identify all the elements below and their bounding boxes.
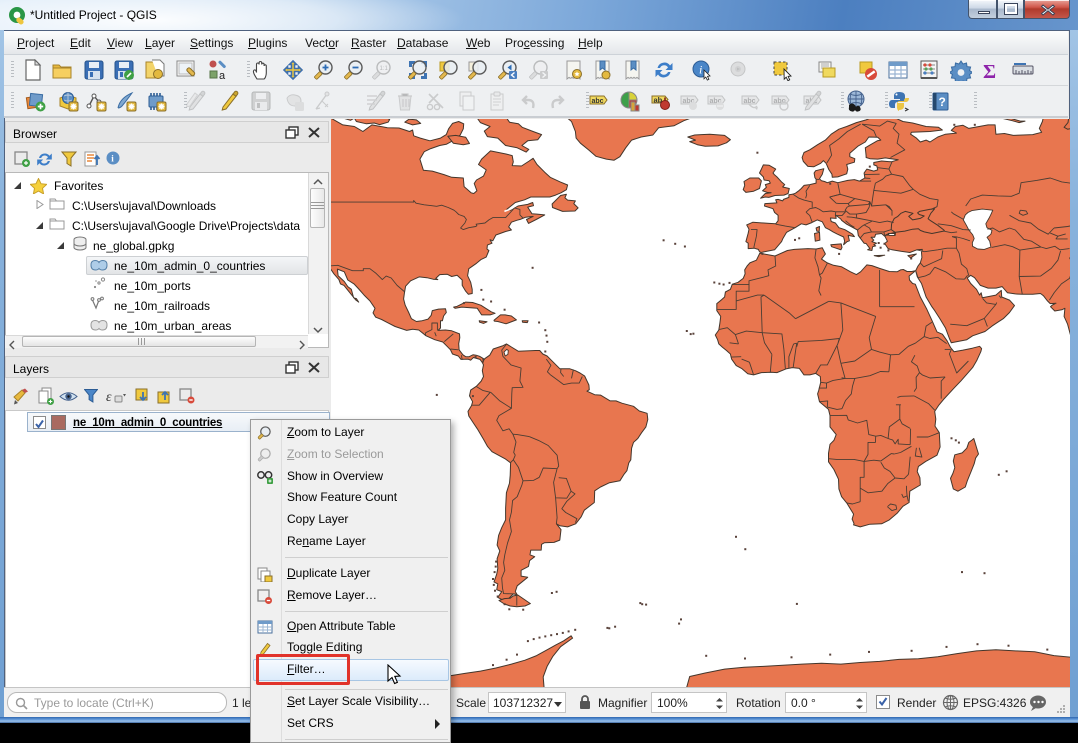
svg-text:Σ: Σ (983, 61, 996, 81)
svg-text:abc: abc (592, 98, 604, 105)
svg-text:?: ? (939, 95, 946, 109)
svg-text:a: a (219, 70, 226, 81)
svg-text:1:1: 1:1 (380, 66, 389, 72)
svg-text:i: i (699, 63, 702, 77)
svg-text:ε: ε (106, 390, 112, 404)
